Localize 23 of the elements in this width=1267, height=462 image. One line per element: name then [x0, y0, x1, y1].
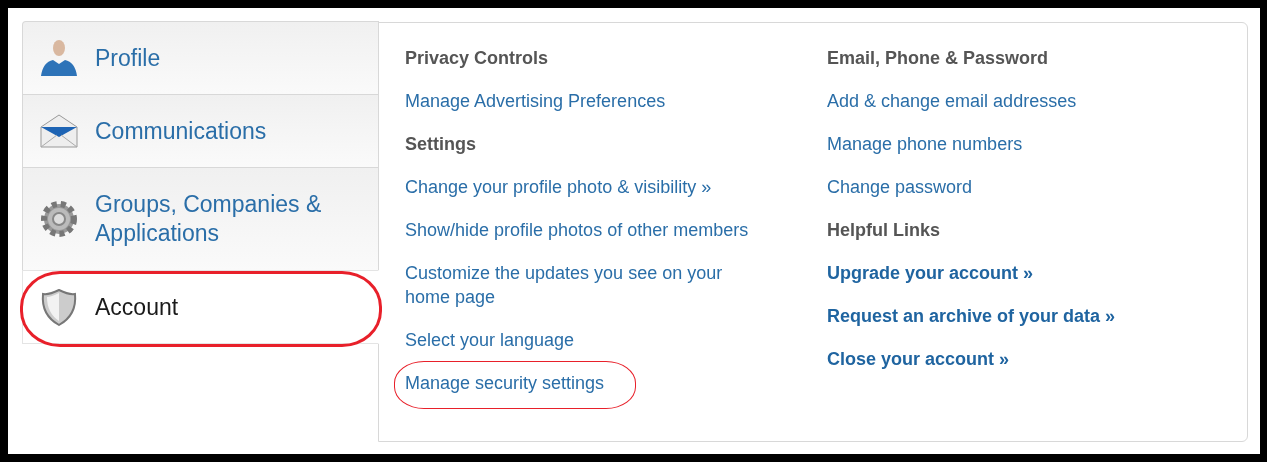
- settings-link[interactable]: Close your account »: [827, 347, 1010, 371]
- settings-link[interactable]: Manage phone numbers: [827, 132, 1023, 156]
- settings-link[interactable]: Manage security settings: [405, 371, 605, 395]
- sidebar-item[interactable]: Account: [22, 270, 379, 344]
- sidebar-item[interactable]: Groups, Companies & Applications: [22, 167, 379, 271]
- settings-link[interactable]: Customize the updates you see on your home page: [405, 261, 750, 309]
- settings-link[interactable]: Select your language: [405, 328, 575, 352]
- section-heading: Settings: [405, 133, 476, 156]
- sidebar-item[interactable]: Communications: [22, 94, 379, 168]
- person-icon: [39, 38, 79, 78]
- settings-link[interactable]: Upgrade your account »: [827, 261, 1034, 285]
- settings-link[interactable]: Manage Advertising Preferences: [405, 89, 666, 113]
- settings-link[interactable]: Add & change email addresses: [827, 89, 1077, 113]
- settings-link[interactable]: Change your profile photo & visibility »: [405, 175, 712, 199]
- gear-icon: [39, 199, 79, 239]
- section-heading: Email, Phone & Password: [827, 47, 1049, 70]
- sidebar-item[interactable]: Profile: [22, 21, 379, 95]
- settings-link[interactable]: Request an archive of your data »: [827, 304, 1116, 328]
- section-heading: Helpful Links: [827, 219, 940, 242]
- section-heading: Privacy Controls: [405, 47, 549, 70]
- settings-link[interactable]: Change password: [827, 175, 973, 199]
- shield-icon: [39, 287, 79, 327]
- settings-link[interactable]: Show/hide profile photos of other members: [405, 218, 749, 242]
